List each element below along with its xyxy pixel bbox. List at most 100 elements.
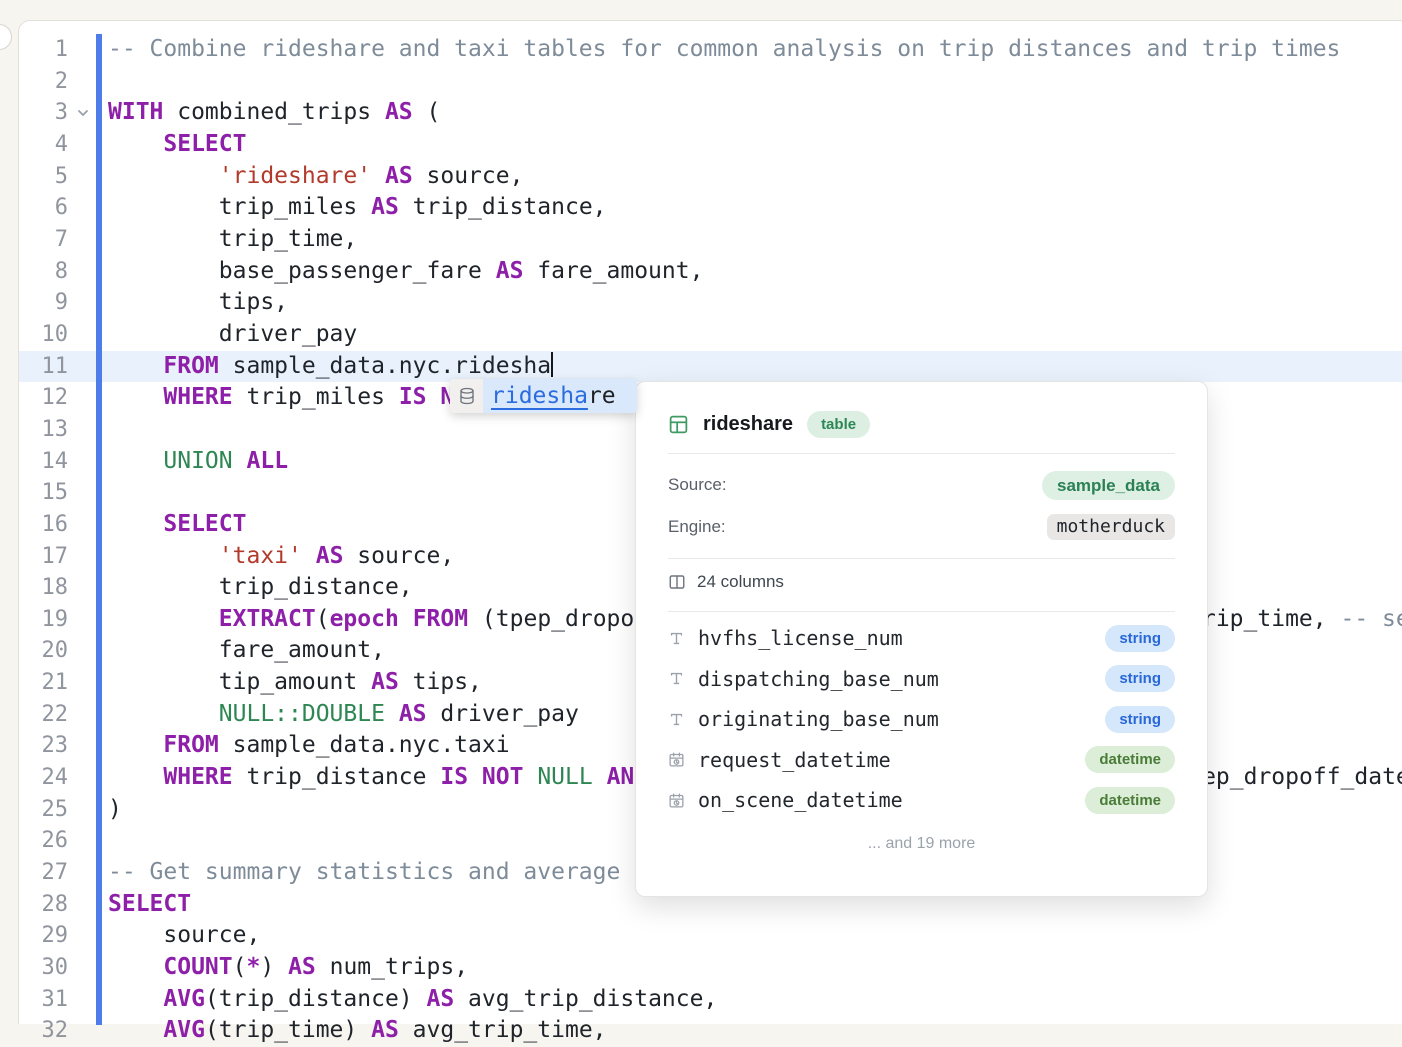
code-line-30[interactable]: COUNT(*) AS num_trips, [108, 952, 1402, 984]
column-type-badge: string [1105, 706, 1175, 733]
column-row: on_scene_datetimedatetime [668, 780, 1175, 821]
line-number: 18 [19, 572, 68, 604]
code-token: sample_data.nyc.taxi [219, 732, 510, 758]
code-token: ) [260, 954, 288, 980]
line-number: 21 [19, 667, 68, 699]
table-card-info-rows: Source: sample_data Engine:motherduck [668, 454, 1175, 548]
code-token: 'rideshare' [219, 163, 371, 189]
code-token: fare_amount, [108, 637, 385, 663]
code-token: AS [316, 543, 344, 569]
line-number: 10 [19, 319, 68, 351]
info-label: Source: [668, 475, 727, 495]
line-number: 29 [19, 920, 68, 952]
code-line-6[interactable]: trip_miles AS trip_distance, [108, 192, 1402, 224]
code-token: tip_amount [108, 669, 371, 695]
line-number: 32 [19, 1015, 68, 1047]
code-line-32[interactable]: AVG(trip_time) AS avg_trip_time, [108, 1015, 1402, 1047]
code-token [108, 954, 163, 980]
line-number: 17 [19, 541, 68, 573]
code-token: AVG [163, 986, 205, 1012]
code-token [108, 701, 219, 727]
line-number: 19 [19, 604, 68, 636]
code-token: -- Combine rideshare and taxi tables for… [108, 36, 1340, 62]
code-line-31[interactable]: AVG(trip_distance) AS avg_trip_distance, [108, 984, 1402, 1016]
code-token: SELECT [108, 891, 191, 917]
code-line-8[interactable]: base_passenger_fare AS fare_amount, [108, 256, 1402, 288]
line-number: 14 [19, 446, 68, 478]
code-token: epoch [330, 606, 399, 632]
code-token: 'taxi' [219, 543, 302, 569]
code-line-5[interactable]: 'rideshare' AS source, [108, 161, 1402, 193]
code-token: avg_trip_time, [399, 1017, 607, 1043]
calendar-clock-icon [668, 792, 698, 809]
line-number: 24 [19, 762, 68, 794]
code-token: NOT [482, 764, 524, 790]
code-token: NULL::DOUBLE [219, 701, 385, 727]
column-type-badge: string [1105, 665, 1175, 692]
column-row: dispatching_base_numstring [668, 659, 1175, 700]
autocomplete-label: rideshare [483, 379, 637, 413]
code-line-3[interactable]: WITH combined_trips AS ( [108, 97, 1402, 129]
line-number: 1 [19, 34, 68, 66]
info-row-engine: Engine:motherduck [668, 506, 1175, 548]
code-token: FROM [413, 606, 468, 632]
autocomplete-item-rideshare[interactable]: rideshare [450, 379, 637, 413]
column-row: hvfhs_license_numstring [668, 618, 1175, 659]
code-line-29[interactable]: source, [108, 920, 1402, 952]
code-token: NULL [537, 764, 592, 790]
code-line-9[interactable]: tips, [108, 287, 1402, 319]
line-number: 25 [19, 794, 68, 826]
line-number: 16 [19, 509, 68, 541]
code-token: AS [385, 163, 413, 189]
chevron-down-icon[interactable] [74, 97, 92, 129]
code-token [468, 764, 482, 790]
code-line-2[interactable] [108, 66, 1402, 98]
code-line-11[interactable]: FROM sample_data.nyc.ridesha [108, 351, 1402, 383]
code-token: IS [440, 764, 468, 790]
calendar-clock-icon [668, 751, 698, 768]
code-token [108, 511, 163, 537]
column-row: originating_base_numstring [668, 699, 1175, 740]
code-token: trip_distance, [108, 574, 413, 600]
table-icon [668, 414, 689, 435]
table-type-badge: table [807, 411, 870, 438]
line-number: 27 [19, 857, 68, 889]
column-type-badge: datetime [1085, 787, 1175, 814]
code-token [108, 543, 219, 569]
code-token [385, 701, 399, 727]
code-token: driver_pay [427, 701, 579, 727]
changed-lines-bar [96, 34, 102, 1025]
text-cursor [551, 352, 553, 377]
info-row-source: Source: sample_data [668, 464, 1175, 506]
line-number: 4 [19, 129, 68, 161]
line-number: 8 [19, 256, 68, 288]
code-token: trip_distance, [399, 194, 607, 220]
code-token: AS [399, 701, 427, 727]
code-line-7[interactable]: trip_time, [108, 224, 1402, 256]
code-token [108, 986, 163, 1012]
line-number: 30 [19, 952, 68, 984]
code-token: trip_miles [233, 384, 399, 410]
code-line-1[interactable]: -- Combine rideshare and taxi tables for… [108, 34, 1402, 66]
line-number: 9 [19, 287, 68, 319]
columns-icon [668, 573, 686, 591]
code-token: combined_trips [163, 99, 385, 125]
info-value-badge: sample_data [1042, 471, 1175, 500]
code-line-4[interactable]: SELECT [108, 129, 1402, 161]
code-token: (trip_distance) [205, 986, 427, 1012]
panel-edge-button[interactable] [0, 24, 12, 50]
code-token [108, 384, 163, 410]
code-token: AS [371, 1017, 399, 1043]
code-token [108, 732, 163, 758]
more-columns-label: ... and 19 more [668, 821, 1175, 867]
line-number: 12 [19, 382, 68, 414]
columns-summary-row: 24 columns [668, 559, 1175, 605]
code-token [371, 163, 385, 189]
code-token: SELECT [163, 131, 246, 157]
database-icon [450, 379, 483, 413]
code-line-10[interactable]: driver_pay [108, 319, 1402, 351]
code-token: IS [399, 384, 427, 410]
code-token: sample_data.nyc.ridesha [219, 353, 551, 379]
gutter-line-numbers: 1234567891011121314151617181920212223242… [19, 34, 68, 1047]
code-token: trip_distance [233, 764, 441, 790]
